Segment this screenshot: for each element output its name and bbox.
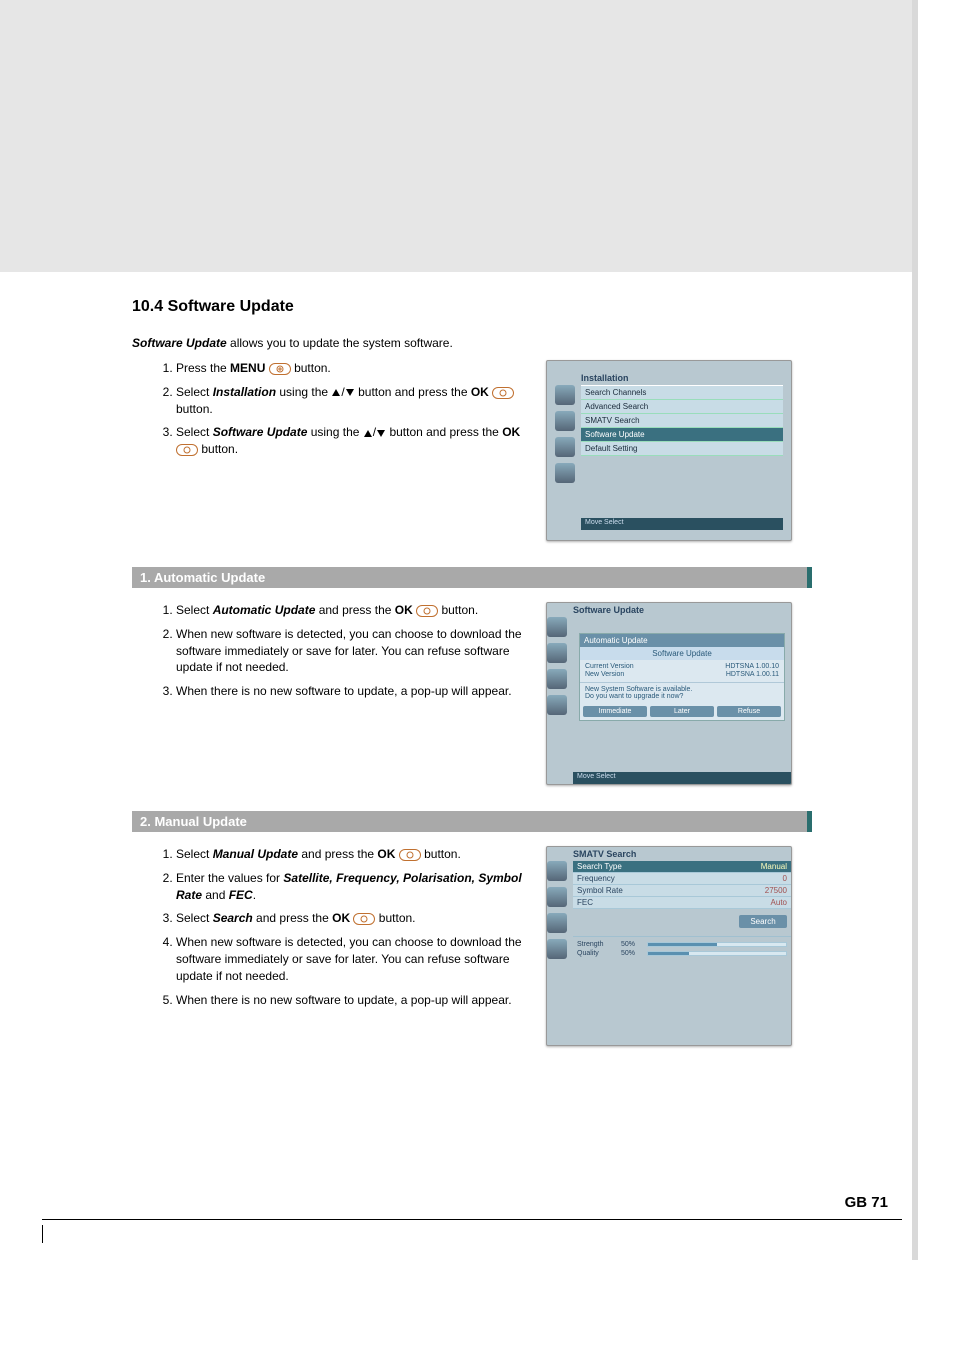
field-row: FECAuto (573, 897, 791, 909)
tools-icon (547, 939, 567, 959)
gear-icon (547, 913, 567, 933)
ok-button-icon (353, 913, 375, 925)
up-arrow-icon (363, 429, 373, 438)
page-edge-strip (912, 0, 918, 1260)
gear-icon (547, 669, 567, 689)
main-steps: Press the MENU button. Select Installati… (176, 360, 534, 458)
menu-button-icon (269, 363, 291, 375)
ok-button-icon (492, 387, 514, 399)
globe-icon (547, 887, 567, 907)
field-row: Frequency0 (573, 873, 791, 885)
ok-button-icon (176, 444, 198, 456)
tools-icon (547, 695, 567, 715)
intro-text: Software Update allows you to update the… (132, 336, 812, 350)
field-row: Symbol Rate27500 (573, 885, 791, 897)
manual-steps: Select Manual Update and press the OK bu… (176, 846, 534, 1008)
down-arrow-icon (345, 388, 355, 397)
field-row: Search TypeManual (573, 861, 791, 873)
menu-row: Default Setting (581, 442, 783, 456)
popup-button: Later (650, 706, 714, 717)
tv-icon (555, 385, 575, 405)
automatic-update-heading: 1. Automatic Update (132, 567, 812, 588)
menu-row: Software Update (581, 428, 783, 442)
tv-icon (547, 617, 567, 637)
page-number: GB 71 (845, 1194, 888, 1211)
tools-icon (555, 463, 575, 483)
popup-button: Immediate (583, 706, 647, 717)
section-title: 10.4 Software Update (132, 298, 812, 316)
ok-button-icon (399, 849, 421, 861)
header-gray-block (0, 0, 918, 272)
manual-update-heading: 2. Manual Update (132, 811, 812, 832)
menu-row: SMATV Search (581, 414, 783, 428)
search-button: Search (739, 915, 787, 928)
globe-icon (555, 411, 575, 431)
footer-tick (42, 1225, 43, 1243)
smatv-search-screenshot: SMATV Search Search TypeManualFrequency0… (546, 846, 792, 1046)
menu-row: Advanced Search (581, 400, 783, 414)
gear-icon (555, 437, 575, 457)
menu-row: Search Channels (581, 386, 783, 400)
popup-button: Refuse (717, 706, 781, 717)
globe-icon (547, 643, 567, 663)
auto-steps: Select Automatic Update and press the OK… (176, 602, 534, 700)
footer-rule (42, 1219, 902, 1220)
software-update-popup-screenshot: Software Update Automatic Update Softwar… (546, 602, 792, 785)
tv-icon (547, 861, 567, 881)
installation-menu-screenshot: Installation Search ChannelsAdvanced Sea… (546, 360, 792, 541)
ok-button-icon (416, 605, 438, 617)
up-arrow-icon (331, 388, 341, 397)
down-arrow-icon (376, 429, 386, 438)
